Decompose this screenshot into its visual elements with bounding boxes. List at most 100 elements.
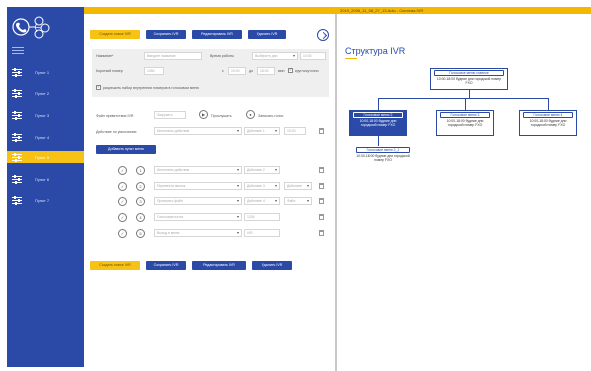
digit-badge: 2 xyxy=(136,182,145,191)
tree-node-text: 10:00-18:00 будние дни городской номер F… xyxy=(356,154,410,162)
sidebar-item-4[interactable]: Пункт 4 xyxy=(7,131,84,143)
checkmark-icon[interactable]: ✓ xyxy=(118,182,127,191)
tree-title: Структура IVR xyxy=(345,46,406,56)
trash-icon[interactable] xyxy=(319,230,324,236)
checkmark-icon[interactable]: ✓ xyxy=(118,197,127,206)
sidebar-item-label: Пункт 4 xyxy=(35,134,50,140)
sidebar: Пункт 1 Пункт 2 Пункт 3 Пункт 4 Пункт 5 … xyxy=(7,7,84,367)
menu-extra-select[interactable]: Действие xyxy=(284,182,312,190)
time-from-input[interactable]: 10:00 xyxy=(228,67,246,75)
tree-node-menu-2-1[interactable]: Голосовое меню 2_1 10:00-18:00 будние дн… xyxy=(353,146,413,172)
time-to-input[interactable]: 18:00 xyxy=(257,67,275,75)
tz-label: мин xyxy=(278,69,285,73)
menu-target-select[interactable]: Действие 3 xyxy=(244,182,280,190)
phone-network-logo-icon xyxy=(12,16,50,39)
tree-connector xyxy=(378,98,548,99)
sidebar-item-5[interactable]: Пункт 5 xyxy=(7,151,84,163)
tree-node-menu-2[interactable]: Голосовое меню 2 10:00-18:00 будние дни … xyxy=(349,110,407,136)
menu-action-select[interactable]: Голосовая почта xyxy=(154,213,242,221)
panel-splitter[interactable] xyxy=(335,14,337,371)
edit-ivr-button[interactable]: Редактировать IVR xyxy=(192,30,242,39)
delete-ivr-button-bottom[interactable]: Удалить IVR xyxy=(252,261,292,270)
checkmark-icon[interactable]: ✓ xyxy=(118,229,127,238)
trash-icon[interactable] xyxy=(319,167,324,173)
listen-label[interactable]: Прослушать xyxy=(211,114,232,118)
round-the-clock-checkbox[interactable] xyxy=(288,67,293,73)
ivr-editor-panel: Создать новое IVR Сохранить IVR Редактир… xyxy=(84,14,335,371)
tree-node-text: 10:00-18:00 будние дни городской номер F… xyxy=(446,119,484,127)
worktime-select[interactable]: Выберите дни xyxy=(252,52,298,60)
sliders-icon xyxy=(12,195,22,205)
hamburger-menu-icon[interactable] xyxy=(12,47,24,55)
worktime-extra-input[interactable]: 10:00 xyxy=(300,52,326,60)
save-ivr-button[interactable]: Сохранить IVR xyxy=(146,30,186,39)
save-ivr-button-bottom[interactable]: Сохранить IVR xyxy=(146,261,186,270)
digit-badge: 1 xyxy=(136,166,145,175)
play-icon[interactable]: ▶ xyxy=(199,110,208,119)
default-action-target-select[interactable]: Действие 1 xyxy=(244,127,280,135)
default-action-extra-input[interactable]: 10:00 xyxy=(284,127,306,135)
time-to-label: до xyxy=(249,69,254,73)
sidebar-item-7[interactable]: Пункт 7 xyxy=(7,194,84,206)
tree-node-menu-3[interactable]: Голосовое меню 3 10:00-18:00 будние дни … xyxy=(436,110,494,136)
short-number-input[interactable]: 1050 xyxy=(144,67,164,75)
menu-action-select[interactable]: Выход в меню xyxy=(154,229,242,237)
tree-node-name: Голосовое меню 3 xyxy=(440,112,490,118)
tree-node-name: Голосовое меню 4 xyxy=(523,112,573,118)
checkmark-icon[interactable]: ✓ xyxy=(118,166,127,175)
collapse-panel-icon[interactable] xyxy=(317,29,329,41)
menu-action-select[interactable]: Проиграть файл xyxy=(154,197,242,205)
sidebar-item-1[interactable]: Пункт 1 xyxy=(7,66,84,78)
menu-target-input[interactable]: 1234 xyxy=(244,213,280,221)
worktime-label: Время работы xyxy=(210,54,235,58)
trash-icon[interactable] xyxy=(319,128,324,134)
sidebar-item-label: Пункт 5 xyxy=(35,154,50,160)
edit-ivr-button-bottom[interactable]: Редактировать IVR xyxy=(192,261,246,270)
greeting-label: Файл приветствия IVR xyxy=(96,114,134,118)
sidebar-item-label: Пункт 7 xyxy=(35,197,50,203)
tree-connector xyxy=(469,89,470,98)
name-input[interactable]: Введите название xyxy=(144,52,202,60)
sidebar-item-2[interactable]: Пункт 2 xyxy=(7,87,84,99)
menu-target-input[interactable]: IVR xyxy=(244,229,280,237)
window-title: 2019_2008_11_08_27_13.Auto - Система IVR xyxy=(340,8,424,13)
menu-target-select[interactable]: Действие 4 xyxy=(244,197,280,205)
tree-connector xyxy=(548,98,549,110)
menu-extra-select[interactable]: Файл xyxy=(284,197,312,205)
tree-node-menu-4[interactable]: Голосовое меню 4 10:00-18:00 будние дни … xyxy=(519,110,577,136)
sidebar-item-label: Пункт 6 xyxy=(35,176,50,182)
short-number-label: Короткий номер xyxy=(96,69,123,73)
tree-connector xyxy=(465,98,466,110)
time-from-label: с xyxy=(222,69,224,73)
trash-icon[interactable] xyxy=(319,198,324,204)
sidebar-item-3[interactable]: Пункт 3 xyxy=(7,109,84,121)
checkmark-icon[interactable]: ✓ xyxy=(118,213,127,222)
tree-node-text: 10:00-18:00 будние дни городской номер F… xyxy=(529,119,567,127)
default-action-select[interactable]: Исполнить действие xyxy=(154,127,242,135)
menu-action-select[interactable]: Исполнить действие xyxy=(154,166,242,174)
trash-icon[interactable] xyxy=(319,214,324,220)
tree-node-root[interactable]: Голосовое меню главное 10:00-18:00 будни… xyxy=(430,68,508,90)
greeting-file-input[interactable]: Загрузить xyxy=(154,111,186,119)
sidebar-item-label: Пункт 3 xyxy=(35,112,50,118)
delete-ivr-button[interactable]: Удалить IVR xyxy=(248,30,286,39)
allow-internal-checkbox[interactable] xyxy=(96,84,101,90)
tree-node-text: 10:00-18:00 будние дни городской номер F… xyxy=(436,77,502,85)
create-ivr-button-bottom[interactable]: Создать новое IVR xyxy=(90,261,140,270)
menu-action-select[interactable]: Перевести звонок xyxy=(154,182,242,190)
ivr-settings-box: Название* Введите название Время работы … xyxy=(92,49,329,97)
title-bar: 2019_2008_11_08_27_13.Auto - Система IVR xyxy=(84,7,591,14)
menu-target-select[interactable]: Действие 2 xyxy=(244,166,280,174)
sliders-icon xyxy=(12,152,22,162)
digit-badge: 5 xyxy=(136,229,145,238)
trash-icon[interactable] xyxy=(319,183,324,189)
sliders-icon xyxy=(12,88,22,98)
tree-connector xyxy=(378,98,379,110)
create-ivr-button[interactable]: Создать новое IVR xyxy=(90,30,140,39)
add-menu-item-button[interactable]: Добавить пункт меню xyxy=(96,145,156,154)
allow-internal-label: разрешить набор внутренних номеров в гол… xyxy=(103,86,200,90)
record-label[interactable]: Записать голос xyxy=(258,114,283,118)
record-icon[interactable]: ● xyxy=(246,110,255,119)
sidebar-item-6[interactable]: Пункт 6 xyxy=(7,173,84,185)
sliders-icon xyxy=(12,67,22,77)
